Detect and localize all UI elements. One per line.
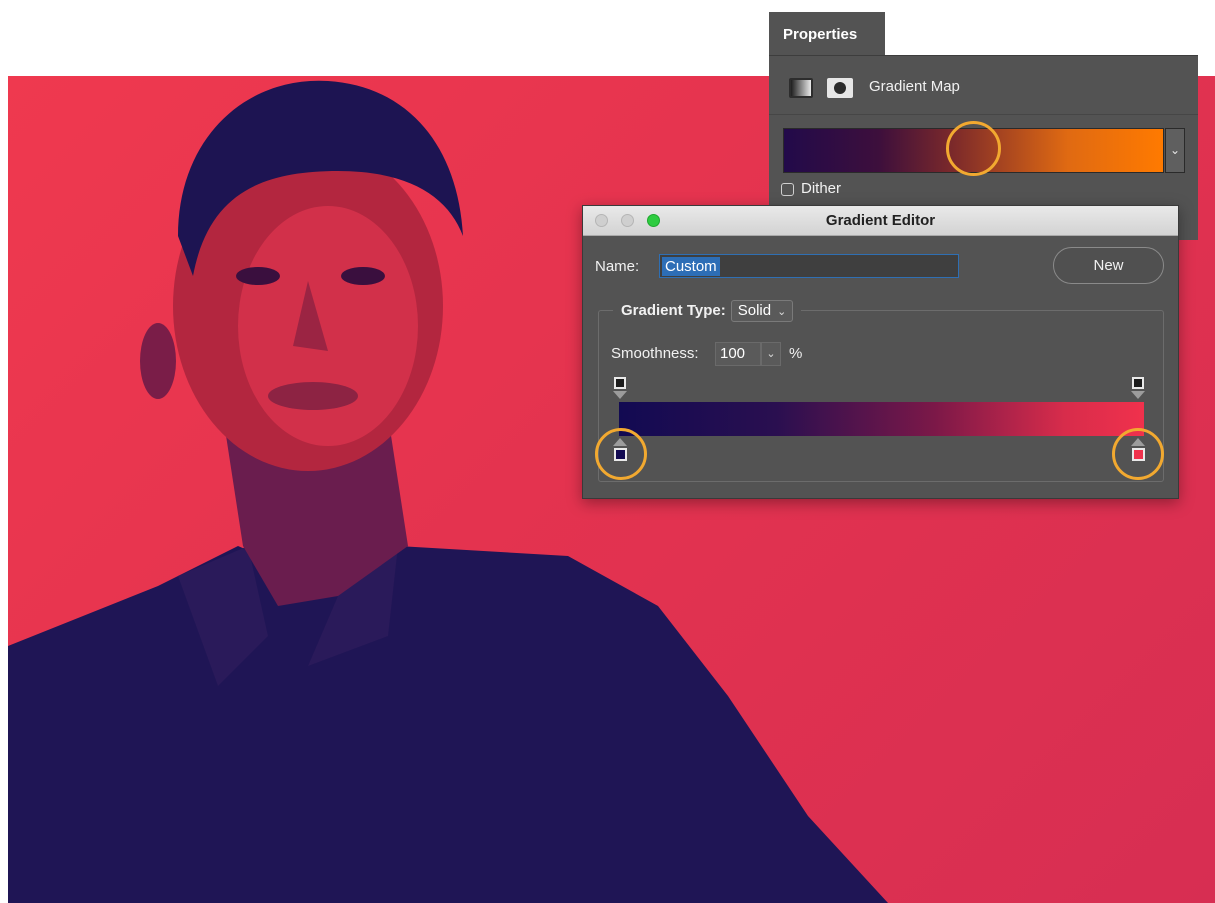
dither-label: Dither: [801, 180, 842, 197]
highlight-circle: [946, 121, 1001, 176]
name-label: Name:: [595, 258, 640, 275]
smoothness-input[interactable]: 100: [715, 342, 761, 366]
gradient-type-value: Solid: [737, 302, 772, 319]
smoothness-label: Smoothness:: [611, 345, 699, 362]
gradient-type-select[interactable]: Solid ⌄: [730, 300, 794, 322]
layer-mask-icon[interactable]: [827, 78, 853, 98]
chevron-down-icon: ⌄: [777, 306, 787, 318]
opacity-stop-right-pointer: [1131, 391, 1145, 399]
gradient-editor-window: Gradient Editor Name: Custom New Gradien…: [582, 205, 1179, 499]
opacity-stop-right[interactable]: [1132, 377, 1144, 389]
highlight-circle-left-stop: [595, 428, 647, 480]
chevron-down-icon[interactable]: ⌄: [761, 342, 781, 366]
gradient-map-adjustment-icon[interactable]: [789, 78, 813, 98]
name-input[interactable]: Custom: [659, 254, 959, 278]
gradient-settings-group: [598, 310, 1164, 482]
gradient-editor-title: Gradient Editor: [825, 212, 936, 229]
opacity-stop-left-pointer: [613, 391, 627, 399]
gradient-type-label: Gradient Type:: [621, 302, 726, 319]
new-button[interactable]: New: [1053, 247, 1164, 284]
dither-checkbox[interactable]: [781, 183, 794, 196]
name-value: Custom: [662, 257, 720, 276]
smoothness-unit: %: [789, 345, 803, 362]
properties-header-row: Gradient Map: [769, 56, 1198, 115]
adjustment-title: Gradient Map: [869, 78, 960, 95]
highlight-circle-right-stop: [1112, 428, 1164, 480]
gradient-ramp[interactable]: [619, 402, 1144, 436]
chevron-down-icon[interactable]: ⌄: [1165, 128, 1185, 173]
gradient-editor-titlebar[interactable]: Gradient Editor: [583, 206, 1178, 236]
opacity-stop-left[interactable]: [614, 377, 626, 389]
properties-tab[interactable]: Properties: [769, 12, 885, 58]
gradient-type-row: Gradient Type: Solid ⌄: [613, 300, 802, 322]
